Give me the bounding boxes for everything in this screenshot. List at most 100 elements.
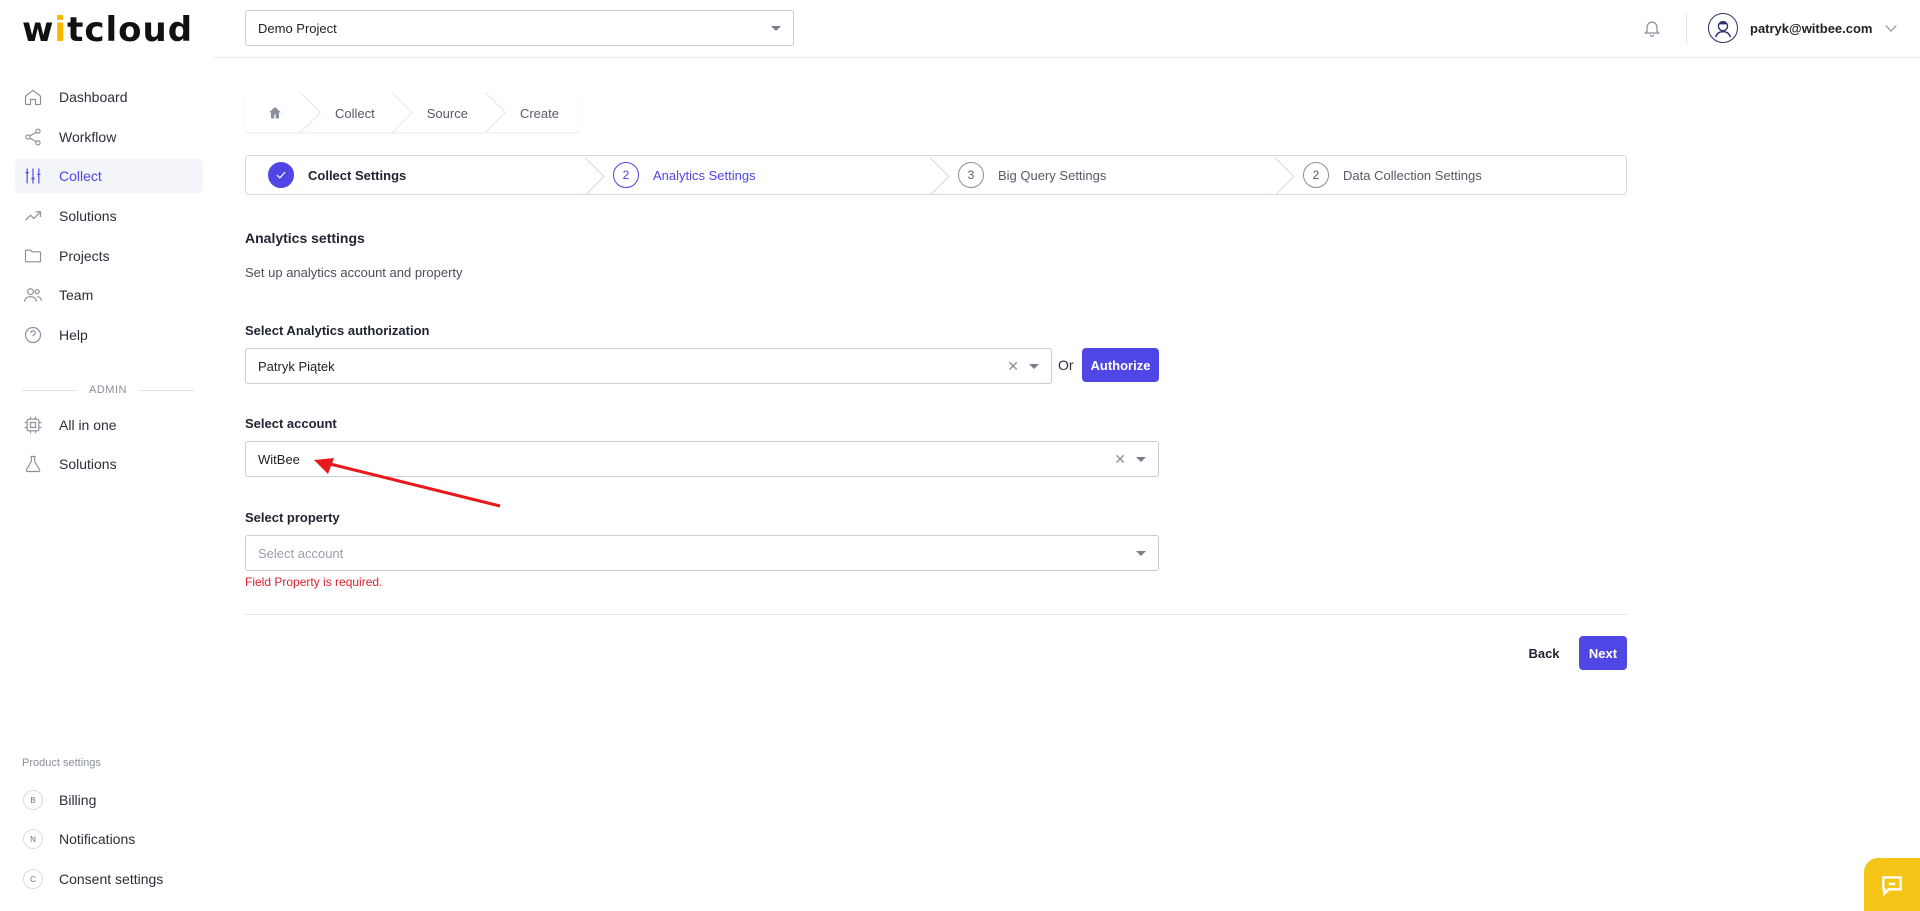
section-subtitle: Set up analytics account and property [245, 265, 463, 280]
property-select[interactable]: Select account [245, 535, 1159, 571]
letter-badge: B [23, 790, 43, 810]
admin-label: ADMIN [89, 384, 127, 396]
step-number: 3 [958, 162, 984, 188]
caret-down-icon[interactable] [1029, 364, 1039, 369]
sidebar-item-consent-settings[interactable]: C Consent settings [15, 862, 203, 896]
step-number: 2 [613, 162, 639, 188]
step-label: Data Collection Settings [1343, 167, 1482, 183]
project-select[interactable]: Demo Project [245, 10, 794, 46]
header-separator [1686, 14, 1687, 44]
sidebar-item-label: Workflow [59, 129, 117, 145]
home-icon [23, 87, 43, 107]
clear-icon[interactable]: ✕ [1007, 358, 1019, 375]
sidebar-item-label: Solutions [59, 456, 117, 472]
bell-icon[interactable] [1642, 18, 1662, 38]
sidebar-item-dashboard[interactable]: Dashboard [15, 80, 203, 114]
breadcrumb-home[interactable] [245, 94, 305, 132]
chat-icon [1882, 875, 1902, 897]
letter-badge: N [23, 829, 43, 849]
account-label: Select account [245, 416, 337, 431]
step-analytics-settings[interactable]: 2 Analytics Settings [591, 156, 936, 194]
sidebar-item-workflow[interactable]: Workflow [15, 120, 203, 154]
product-settings-title: Product settings [22, 757, 101, 769]
property-error: Field Property is required. [245, 575, 383, 589]
sidebar-item-label: Billing [59, 792, 97, 808]
sidebar-item-label: Dashboard [59, 89, 128, 105]
sidebar-item-all-in-one[interactable]: All in one [15, 408, 203, 442]
breadcrumb: Collect Source Create [245, 94, 581, 132]
breadcrumb-label: Collect [335, 105, 375, 121]
sidebar-item-label: Notifications [59, 831, 136, 847]
step-number: 2 [1303, 162, 1329, 188]
or-text: Or [1058, 357, 1074, 373]
step-data-collection-settings[interactable]: 2 Data Collection Settings [1281, 156, 1626, 194]
sidebar-item-label: Help [59, 327, 88, 343]
caret-down-icon [771, 26, 781, 31]
trending-up-icon [23, 206, 43, 226]
sidebar-item-label: Team [59, 287, 94, 303]
logo[interactable]: witcloud [22, 10, 193, 50]
sidebar-item-label: Collect [59, 168, 102, 184]
property-select-placeholder: Select account [258, 545, 344, 561]
sidebar-item-label: Projects [59, 248, 110, 264]
stepper: Collect Settings 2 Analytics Settings 3 … [245, 155, 1627, 195]
breadcrumb-label: Source [426, 105, 468, 121]
sidebar-item-notifications[interactable]: N Notifications [15, 822, 203, 856]
auth-label: Select Analytics authorization [245, 323, 430, 338]
sidebar-item-help[interactable]: Help [15, 318, 203, 352]
sidebar-item-admin-solutions[interactable]: Solutions [15, 447, 203, 481]
users-icon [23, 285, 43, 305]
sidebar-item-team[interactable]: Team [15, 278, 203, 312]
share-icon [23, 127, 43, 147]
user-avatar-icon [1714, 20, 1732, 38]
step-label: Big Query Settings [998, 167, 1107, 183]
form-divider [245, 614, 1627, 615]
user-menu[interactable]: patryk@witbee.com [1708, 13, 1897, 43]
letter-badge: C [23, 869, 43, 889]
breadcrumb-label: Create [519, 105, 559, 121]
sliders-icon [23, 166, 43, 186]
authorize-button[interactable]: Authorize [1082, 348, 1159, 382]
chat-widget-button[interactable] [1864, 858, 1920, 911]
step-label: Collect Settings [308, 167, 407, 183]
step-collect-settings[interactable]: Collect Settings [246, 156, 591, 194]
step-check-icon [268, 162, 294, 188]
sidebar-item-solutions[interactable]: Solutions [15, 199, 203, 233]
sidebar-item-label: Solutions [59, 208, 117, 224]
clear-icon[interactable]: ✕ [1114, 451, 1126, 468]
consent-badge: C [23, 869, 43, 889]
notifications-badge: N [23, 829, 43, 849]
help-circle-icon [23, 325, 43, 345]
logo-text-rest: tcloud [67, 10, 194, 50]
step-big-query-settings[interactable]: 3 Big Query Settings [936, 156, 1281, 194]
billing-badge: B [23, 790, 43, 810]
sidebar-item-collect[interactable]: Collect [15, 159, 203, 193]
app-root: witcloud Dashboard Workflow Collect Solu… [0, 0, 1920, 911]
home-icon [269, 107, 281, 119]
next-button[interactable]: Next [1579, 636, 1627, 670]
folder-icon [23, 246, 43, 266]
sidebar-item-label: Consent settings [59, 871, 164, 887]
section-title: Analytics settings [245, 230, 365, 246]
auth-select-value: Patryk Piątek [258, 358, 335, 374]
sidebar-item-projects[interactable]: Projects [15, 239, 203, 273]
sidebar-item-billing[interactable]: B Billing [15, 783, 203, 817]
flask-icon [23, 454, 43, 474]
caret-down-icon[interactable] [1136, 551, 1146, 556]
header: Demo Project patryk@witbee.com [214, 0, 1920, 58]
avatar [1708, 13, 1738, 43]
account-select-value: WitBee [258, 451, 300, 467]
logo-accent: i [54, 10, 68, 50]
logo-text: w [22, 10, 55, 50]
account-select[interactable]: WitBee ✕ [245, 441, 1159, 477]
sidebar-item-label: All in one [59, 417, 117, 433]
user-email: patryk@witbee.com [1750, 20, 1873, 36]
chevron-down-icon [1884, 20, 1897, 32]
sidebar: witcloud Dashboard Workflow Collect Solu… [0, 0, 214, 911]
project-select-value: Demo Project [258, 20, 337, 36]
admin-divider: ADMIN [22, 384, 195, 396]
step-label: Analytics Settings [653, 167, 756, 183]
caret-down-icon[interactable] [1136, 457, 1146, 462]
back-button[interactable]: Back [1516, 636, 1572, 670]
auth-select[interactable]: Patryk Piątek ✕ [245, 348, 1052, 384]
